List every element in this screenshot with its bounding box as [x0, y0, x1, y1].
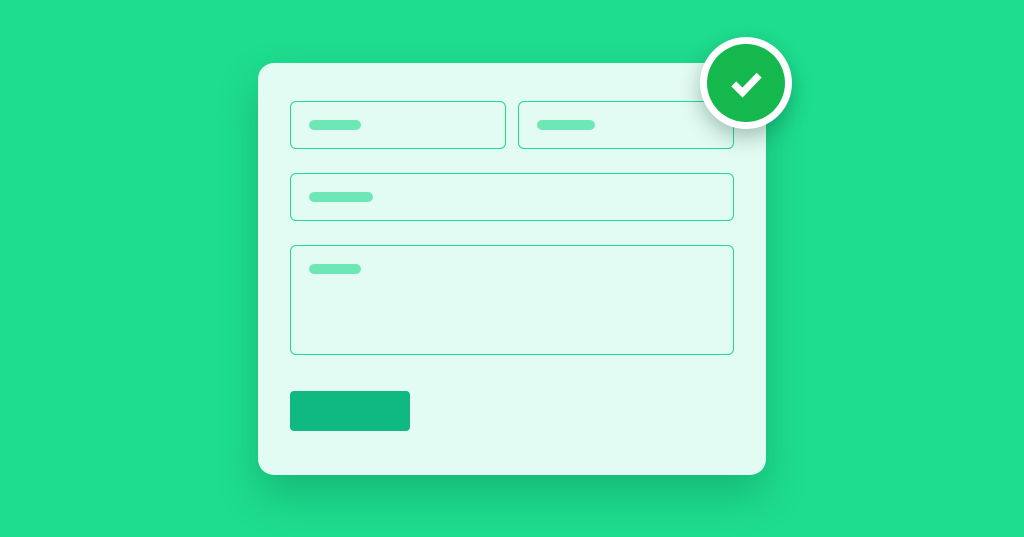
- success-badge-inner: [707, 44, 785, 122]
- input-field-3[interactable]: [290, 173, 734, 221]
- form-card: [258, 63, 766, 475]
- input-field-2[interactable]: [518, 101, 734, 149]
- success-badge: [700, 37, 792, 129]
- placeholder-bar: [309, 120, 361, 130]
- placeholder-bar: [537, 120, 595, 130]
- form-row-1: [290, 101, 734, 149]
- textarea-field[interactable]: [290, 245, 734, 355]
- placeholder-bar: [309, 192, 373, 202]
- input-field-1[interactable]: [290, 101, 506, 149]
- checkmark-icon: [725, 62, 767, 104]
- placeholder-bar: [309, 264, 361, 274]
- submit-button[interactable]: [290, 391, 410, 431]
